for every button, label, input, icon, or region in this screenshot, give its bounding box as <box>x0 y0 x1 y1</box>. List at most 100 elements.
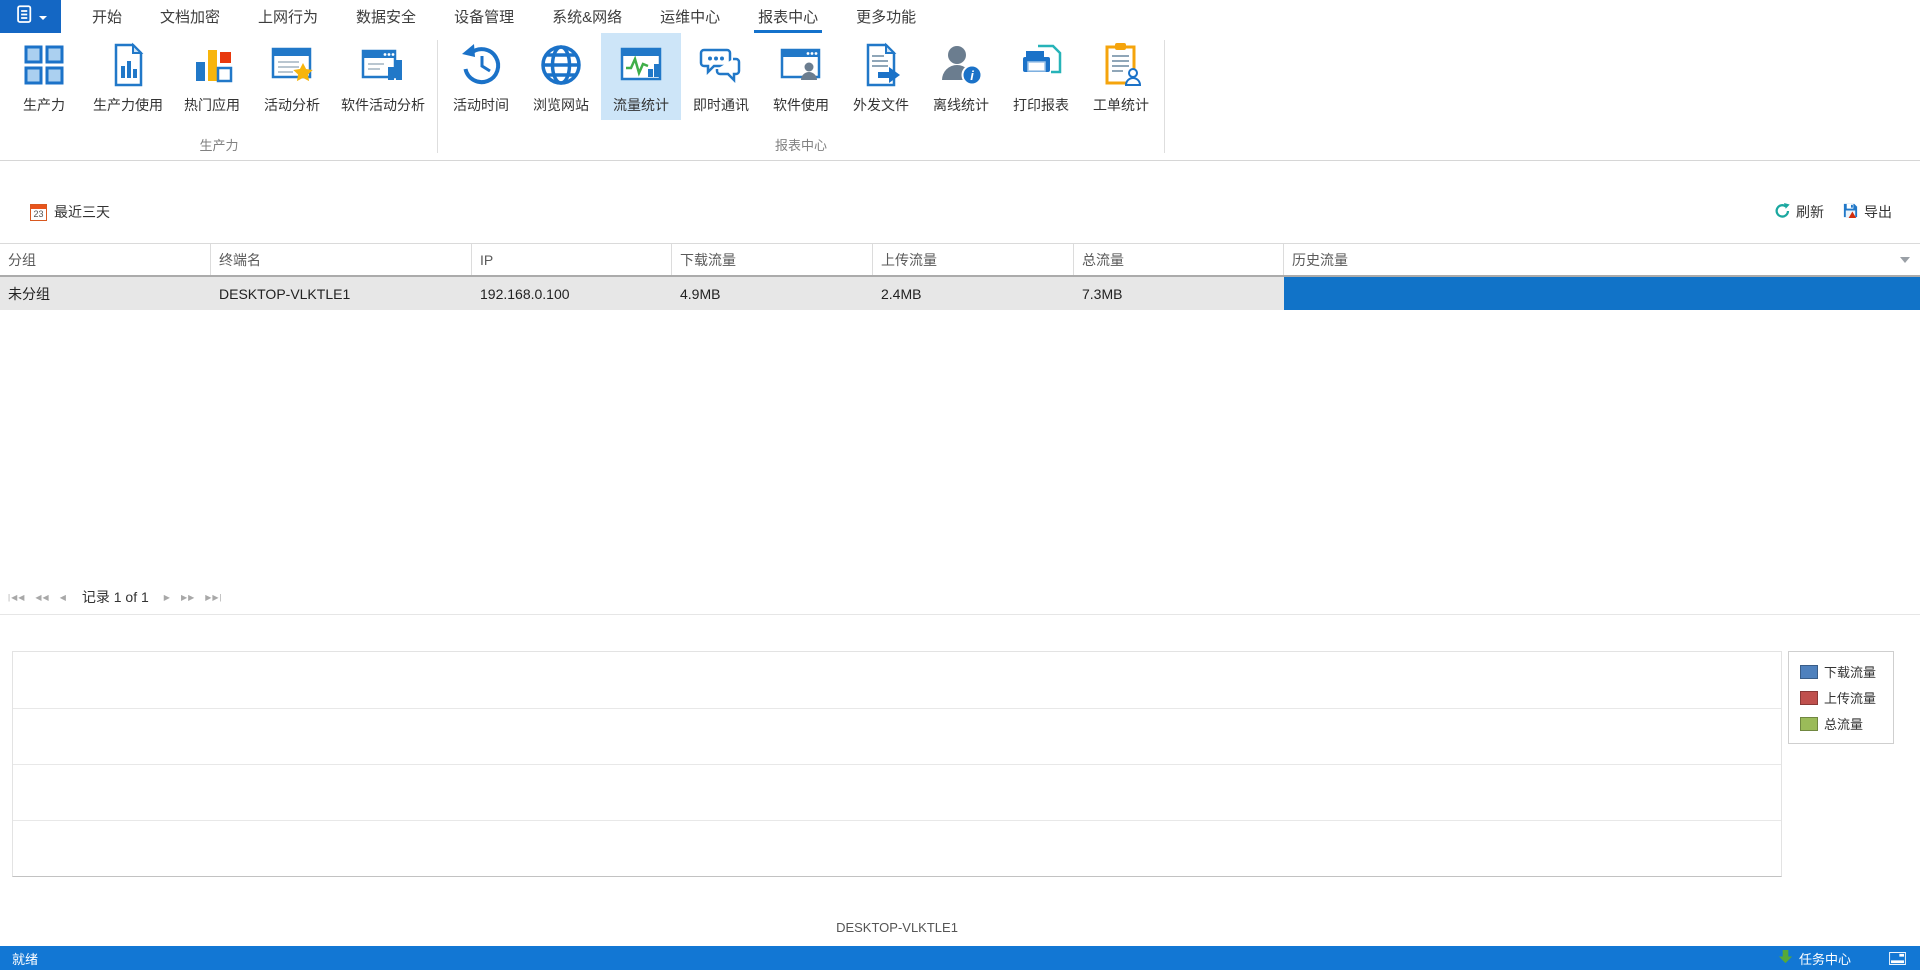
ribbon-item-label: 软件活动分析 <box>341 95 425 115</box>
column-header-ip[interactable]: IP <box>472 244 672 275</box>
date-range-filter[interactable]: 23 最近三天 <box>30 202 110 222</box>
chart-separator <box>0 614 1920 615</box>
chart-legend: 下载流量 上传流量 总流量 <box>1788 651 1894 744</box>
pager-first-icon[interactable]: |◀◀ <box>8 593 25 602</box>
ribbon-group-report-center: 活动时间 浏览网站 流量统计 即时通讯 <box>441 33 1161 160</box>
ribbon: 生产力 生产力使用 热门应用 活动分析 <box>0 33 1920 161</box>
ribbon-group-divider <box>437 40 438 153</box>
ribbon-item-liulan-wangzhan[interactable]: 浏览网站 <box>521 33 601 120</box>
column-header-history[interactable]: 历史流量 <box>1284 244 1920 275</box>
traffic-table: 分组 终端名 IP 下载流量 上传流量 总流量 历史流量 未分组 DESKTOP… <box>0 243 1920 310</box>
column-header-total[interactable]: 总流量 <box>1074 244 1284 275</box>
column-header-terminal[interactable]: 终端名 <box>211 244 472 275</box>
tab-baobiaozhongxin[interactable]: 报表中心 <box>739 0 837 33</box>
app-menu-button[interactable] <box>0 0 61 33</box>
hot-apps-bars-icon <box>189 42 235 88</box>
date-range-label: 最近三天 <box>54 202 110 222</box>
ribbon-item-shengchanli[interactable]: 生产力 <box>4 33 84 120</box>
ribbon-item-label: 离线统计 <box>933 95 989 115</box>
pager-prev-group-icon[interactable]: ◀◀ <box>35 593 49 602</box>
history-clock-icon <box>458 42 504 88</box>
cell-terminal: DESKTOP-VLKTLE1 <box>211 277 472 310</box>
tab-gengduogongneng[interactable]: 更多功能 <box>837 0 935 33</box>
ribbon-item-huodong-fenxi[interactable]: 活动分析 <box>252 33 332 120</box>
tab-wendangjiami[interactable]: 文档加密 <box>141 0 239 33</box>
grid-icon <box>21 42 67 88</box>
cell-upload: 2.4MB <box>873 277 1074 310</box>
table-row[interactable]: 未分组 DESKTOP-VLKTLE1 192.168.0.100 4.9MB … <box>0 277 1920 310</box>
pager-last-icon[interactable]: ▶▶| <box>205 593 222 602</box>
ribbon-item-label: 即时通讯 <box>693 95 749 115</box>
table-header: 分组 终端名 IP 下载流量 上传流量 总流量 历史流量 <box>0 243 1920 277</box>
gridline-6MB <box>13 708 1781 709</box>
printer-icon <box>1018 42 1064 88</box>
gridline-2MB <box>13 820 1781 821</box>
menu-bar: 开始 文档加密 上网行为 数据安全 设备管理 系统&网络 运维中心 报表中心 更… <box>0 0 1920 33</box>
ribbon-item-huodong-shijian[interactable]: 活动时间 <box>441 33 521 120</box>
pager-record-text: 记录 1 of 1 <box>82 587 149 607</box>
ribbon-item-gongdan-tongji[interactable]: 工单统计 <box>1081 33 1161 120</box>
window-barchart-icon <box>360 42 406 88</box>
status-text: 就绪 <box>12 949 38 968</box>
ribbon-group-productivity: 生产力 生产力使用 热门应用 活动分析 <box>4 33 434 160</box>
refresh-button[interactable]: 刷新 <box>1774 202 1824 222</box>
cell-ip: 192.168.0.100 <box>472 277 672 310</box>
chat-bubbles-icon <box>698 42 744 88</box>
legend-swatch-upload <box>1800 691 1818 705</box>
ribbon-item-dayin-baobiao[interactable]: 打印报表 <box>1001 33 1081 120</box>
history-traffic-bar <box>1284 277 1920 310</box>
tab-xitongwangluo[interactable]: 系统&网络 <box>533 0 641 33</box>
tab-shujuanquan[interactable]: 数据安全 <box>337 0 435 33</box>
ribbon-item-lixian-tongji[interactable]: i 离线统计 <box>921 33 1001 120</box>
tab-shebeiguanli[interactable]: 设备管理 <box>435 0 533 33</box>
tab-shangwangxingwei[interactable]: 上网行为 <box>239 0 337 33</box>
column-header-upload[interactable]: 上传流量 <box>873 244 1074 275</box>
document-chart-icon <box>105 42 151 88</box>
ribbon-item-label: 浏览网站 <box>533 95 589 115</box>
ribbon-item-label: 生产力 <box>23 95 65 115</box>
tab-kaishi[interactable]: 开始 <box>73 0 141 33</box>
ribbon-item-label: 活动时间 <box>453 95 509 115</box>
status-bar: 就绪 任务中心 <box>0 946 1920 970</box>
window-star-icon <box>269 42 315 88</box>
export-button[interactable]: 导出 <box>1842 202 1892 222</box>
column-menu-arrow-icon[interactable] <box>1900 257 1910 263</box>
column-header-group[interactable]: 分组 <box>0 244 211 275</box>
ribbon-group-divider <box>1164 40 1165 153</box>
cell-history <box>1284 277 1920 310</box>
download-arrow-icon <box>1778 949 1793 967</box>
ribbon-item-waifa-wenjian[interactable]: 外发文件 <box>841 33 921 120</box>
ribbon-group-label-productivity: 生产力 <box>4 135 434 160</box>
gridline-4MB <box>13 764 1781 765</box>
pager-next-group-icon[interactable]: ▶▶ <box>181 593 195 602</box>
ribbon-item-label: 流量统计 <box>613 95 669 115</box>
ribbon-item-label: 热门应用 <box>184 95 240 115</box>
ribbon-item-label: 外发文件 <box>853 95 909 115</box>
content-toolbar: 23 最近三天 刷新 导出 <box>0 194 1920 230</box>
clipboard-user-icon <box>1098 42 1144 88</box>
task-center-button[interactable]: 任务中心 <box>1778 949 1851 968</box>
ribbon-item-liuliang-tongji[interactable]: 流量统计 <box>601 33 681 120</box>
pager-next-icon[interactable]: ▶ <box>164 593 171 602</box>
legend-entry-download: 下载流量 <box>1800 662 1893 681</box>
ribbon-item-remen-yingyong[interactable]: 热门应用 <box>172 33 252 120</box>
ribbon-item-ruanjian-shiyong[interactable]: 软件使用 <box>761 33 841 120</box>
ribbon-item-ruanjian-huodong-fenxi[interactable]: 软件活动分析 <box>332 33 434 120</box>
column-header-download[interactable]: 下载流量 <box>672 244 873 275</box>
ribbon-item-label: 生产力使用 <box>93 95 163 115</box>
ribbon-group-label-report-center: 报表中心 <box>441 135 1161 160</box>
legend-swatch-total <box>1800 717 1818 731</box>
ribbon-item-shengchanli-shiyong[interactable]: 生产力使用 <box>84 33 172 120</box>
tab-yunweizhongxin[interactable]: 运维中心 <box>641 0 739 33</box>
ribbon-item-jishi-tongxun[interactable]: 即时通讯 <box>681 33 761 120</box>
export-save-icon <box>1842 202 1859 222</box>
app-menu-icon <box>15 4 36 30</box>
ribbon-item-label: 工单统计 <box>1093 95 1149 115</box>
refresh-label: 刷新 <box>1796 202 1824 222</box>
window-user-icon <box>778 42 824 88</box>
traffic-pulse-icon <box>618 42 664 88</box>
pager-prev-icon[interactable]: ◀ <box>60 593 67 602</box>
window-panel-icon[interactable] <box>1889 952 1906 965</box>
legend-swatch-download <box>1800 665 1818 679</box>
traffic-bar-chart-plot <box>12 651 1782 877</box>
